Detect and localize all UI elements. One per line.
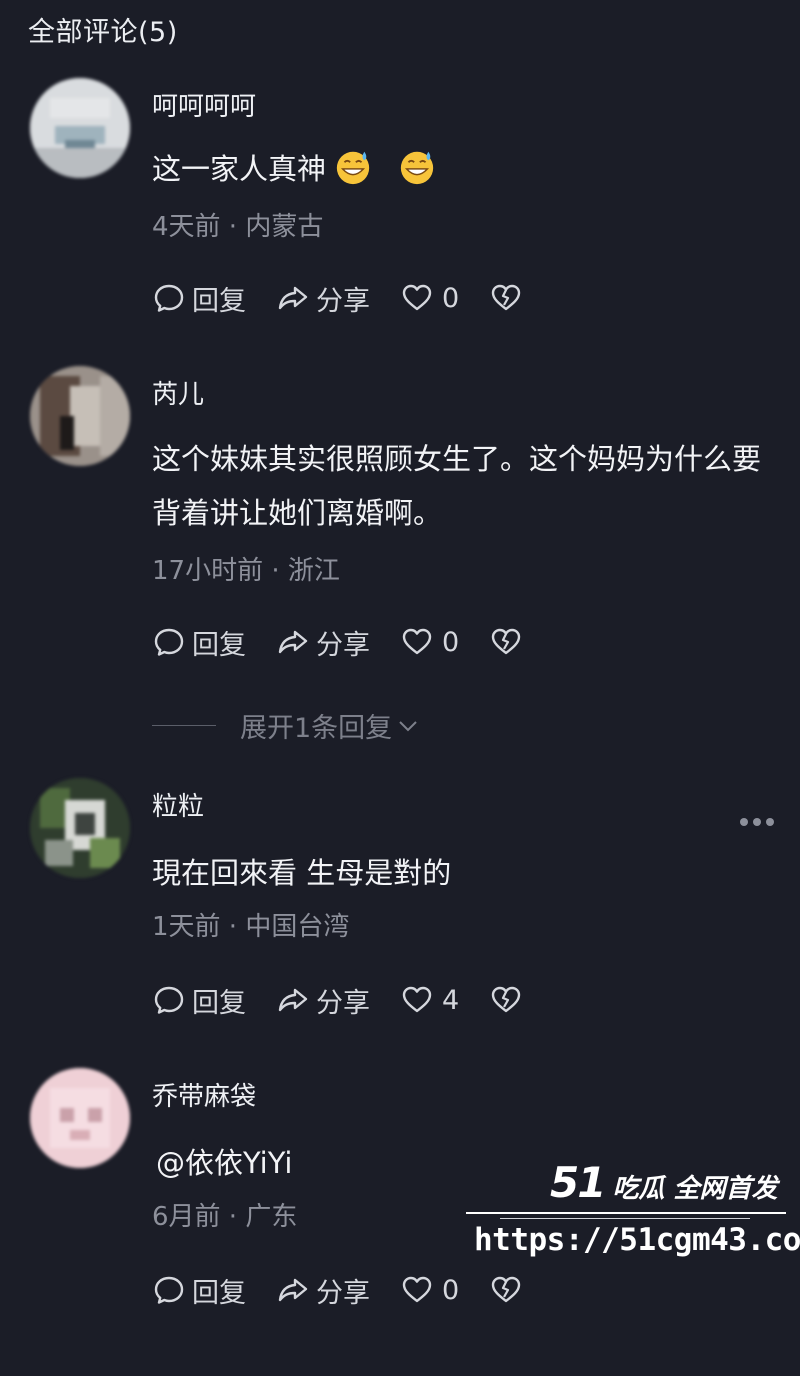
comment-author[interactable]: 乔带麻袋: [152, 1076, 256, 1113]
more-dots-icon: [753, 818, 761, 826]
chat-bubble-icon: [154, 986, 184, 1014]
comment-author[interactable]: 芮儿: [152, 374, 204, 411]
avatar[interactable]: [30, 778, 130, 878]
like-button[interactable]: 0: [400, 625, 459, 659]
comment-meta: 1天前 · 中国台湾: [152, 912, 350, 942]
share-label: 分享: [316, 1277, 370, 1309]
reply-label: 回复: [192, 1277, 246, 1309]
comments-header: 全部评论(5): [28, 17, 178, 48]
broken-heart-icon: [491, 986, 521, 1013]
chat-bubble-icon: [154, 1276, 184, 1304]
broken-heart-icon: [491, 284, 521, 311]
comment-actions: 回复 分享 0: [152, 622, 559, 662]
watermark-underline: [500, 1218, 750, 1219]
reply-label: 回复: [192, 285, 246, 317]
like-button[interactable]: 0: [400, 1273, 459, 1307]
share-button[interactable]: 分享: [276, 623, 370, 662]
grinning-sweat-emoji-icon: [400, 151, 434, 185]
more-options-button[interactable]: [734, 812, 780, 832]
watermark-logo-number: 51: [550, 1158, 606, 1207]
more-dots-icon: [766, 818, 774, 826]
share-arrow-icon: [278, 286, 308, 310]
share-label: 分享: [316, 987, 370, 1019]
watermark-url: https://51cgm43.com: [474, 1222, 800, 1258]
comment-meta: 6月前 · 广东: [152, 1202, 298, 1232]
reply-button[interactable]: 回复: [152, 1271, 246, 1310]
avatar[interactable]: [30, 1068, 130, 1168]
comment-author[interactable]: 呵呵呵呵: [152, 86, 256, 123]
dislike-button[interactable]: [489, 625, 529, 659]
heart-icon: [402, 284, 432, 311]
heart-icon: [402, 986, 432, 1013]
like-count: 0: [442, 1274, 460, 1306]
share-arrow-icon: [278, 988, 308, 1012]
chat-bubble-icon: [154, 284, 184, 312]
heart-icon: [402, 628, 432, 655]
share-button[interactable]: 分享: [276, 1271, 370, 1310]
divider-line: [152, 725, 216, 726]
reply-button[interactable]: 回复: [152, 981, 246, 1020]
comment-text: 現在回來看 生母是對的: [152, 856, 452, 890]
watermark-logo: 51 吃瓜 全网首发: [550, 1158, 778, 1207]
share-button[interactable]: 分享: [276, 981, 370, 1020]
like-count: 4: [442, 984, 460, 1016]
heart-icon: [402, 1276, 432, 1303]
reply-label: 回复: [192, 629, 246, 661]
expand-replies-button[interactable]: 展开1条回复: [152, 706, 420, 745]
share-label: 分享: [316, 629, 370, 661]
share-button[interactable]: 分享: [276, 279, 370, 318]
comment-text: 这个妹妹其实很照顾女生了。这个妈妈为什么要背着讲让她们离婚啊。: [152, 442, 762, 530]
dislike-button[interactable]: [489, 1273, 529, 1307]
like-button[interactable]: 0: [400, 281, 459, 315]
watermark-logo-tagline: 吃瓜 全网首发: [612, 1174, 778, 1204]
site-watermark: 51 吃瓜 全网首发 https://51cgm43.com: [466, 1158, 800, 1268]
chevron-down-icon: [399, 720, 417, 731]
comment-actions: 回复 分享 0: [152, 1270, 559, 1310]
expand-replies-label: 展开1条回复: [240, 713, 393, 744]
share-arrow-icon: [278, 1278, 308, 1302]
watermark-underline: [466, 1212, 786, 1214]
more-dots-icon: [740, 818, 748, 826]
comment-actions: 回复 分享 4: [152, 980, 559, 1020]
avatar[interactable]: [30, 78, 130, 178]
comment-meta: 4天前 · 内蒙古: [152, 212, 324, 242]
grinning-sweat-emoji-icon: [336, 151, 370, 185]
reply-button[interactable]: 回复: [152, 623, 246, 662]
broken-heart-icon: [491, 628, 521, 655]
avatar[interactable]: [30, 366, 130, 466]
broken-heart-icon: [491, 1276, 521, 1303]
reply-label: 回复: [192, 987, 246, 1019]
comment-actions: 回复 分享 0: [152, 278, 559, 318]
like-count: 0: [442, 626, 460, 658]
dislike-button[interactable]: [489, 281, 529, 315]
dislike-button[interactable]: [489, 983, 529, 1017]
comment-author[interactable]: 粒粒: [152, 786, 204, 823]
reply-button[interactable]: 回复: [152, 279, 246, 318]
share-arrow-icon: [278, 630, 308, 654]
like-button[interactable]: 4: [400, 983, 459, 1017]
share-label: 分享: [316, 285, 370, 317]
like-count: 0: [442, 282, 460, 314]
comment-meta: 17小时前 · 浙江: [152, 556, 340, 586]
comment-text: 这一家人真神: [152, 142, 782, 196]
chat-bubble-icon: [154, 628, 184, 656]
